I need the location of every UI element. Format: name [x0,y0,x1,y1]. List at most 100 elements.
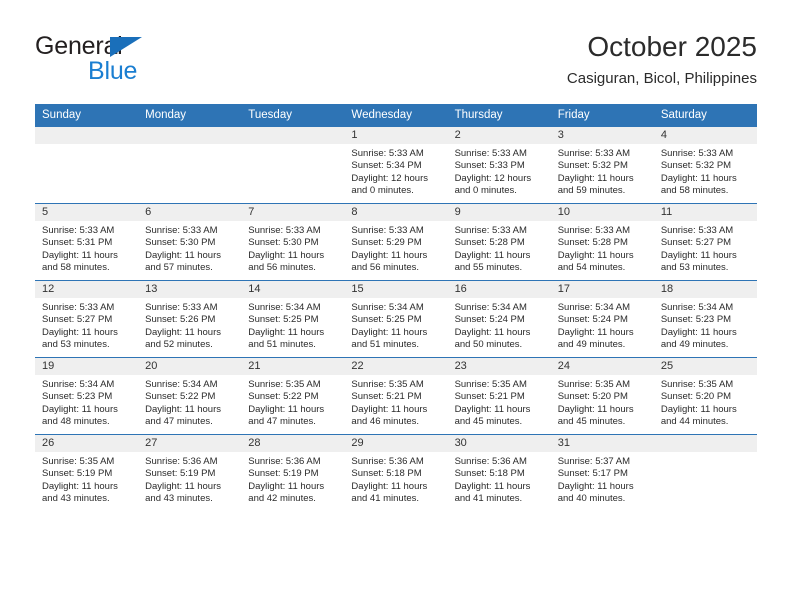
day-number: 9 [447,204,551,221]
day-details: Sunrise: 5:33 AM Sunset: 5:34 PM Daylight:… [344,144,447,198]
day-number: 18 [653,281,757,298]
day-number: 3 [550,127,654,144]
day-number: 11 [653,204,757,221]
calendar-day-cell[interactable]: 22 Sunrise: 5:35 AM Sunset: 5:21 PM Dayligh… [344,357,448,435]
sunrise-text: Sunrise: 5:33 AM [557,148,631,159]
sunset-text: Sunset: 5:22 PM [145,391,216,403]
day-number: 14 [241,281,345,298]
daylight-text: Daylight: 11 hours and 49 minutes. [660,326,737,351]
sunrise-text: Sunrise: 5:33 AM [454,148,527,159]
sunset-text: Sunset: 5:29 PM [351,237,422,249]
weekday-header-sunday: Sunday [35,104,139,127]
page-header: General Blue October 2025 Casiguran, Bic… [0,0,792,100]
daylight-text: Daylight: 11 hours and 41 minutes. [351,480,428,505]
calendar-page: General Blue October 2025 Casiguran, Bic… [0,0,792,612]
calendar-day-cell[interactable]: 30 Sunrise: 5:36 AM Sunset: 5:18 PM Dayligh… [447,434,551,511]
sunset-text: Sunset: 5:28 PM [557,237,628,249]
calendar-day-cell[interactable]: 13 Sunrise: 5:33 AM Sunset: 5:26 PM Dayligh… [138,280,242,358]
sunset-text: Sunset: 5:25 PM [248,314,319,326]
calendar-day-cell-empty [241,127,345,204]
logo-triangle-icon [110,37,142,57]
calendar-day-cell[interactable]: 14 Sunrise: 5:34 AM Sunset: 5:25 PM Dayligh… [241,280,345,358]
calendar-day-cell[interactable]: 16 Sunrise: 5:34 AM Sunset: 5:24 PM Dayligh… [447,280,551,358]
calendar-day-cell[interactable]: 2 Sunrise: 5:33 AM Sunset: 5:33 PM Daylight… [447,127,551,204]
calendar-day-cell[interactable]: 29 Sunrise: 5:36 AM Sunset: 5:18 PM Dayligh… [344,434,448,511]
day-details: Sunrise: 5:34 AM Sunset: 5:24 PM Daylight:… [551,298,654,352]
calendar-day-cell[interactable]: 10 Sunrise: 5:33 AM Sunset: 5:28 PM Dayligh… [550,203,654,281]
generalblue-logo: General Blue [35,32,265,88]
sunset-text: Sunset: 5:23 PM [42,391,113,403]
sunrise-text: Sunrise: 5:34 AM [557,302,631,313]
calendar-day-cell[interactable]: 23 Sunrise: 5:35 AM Sunset: 5:21 PM Dayligh… [447,357,551,435]
page-subtitle: Casiguran, Bicol, Philippines [566,70,757,87]
day-details: Sunrise: 5:35 AM Sunset: 5:20 PM Daylight:… [654,375,757,429]
page-title: October 2025 [587,31,757,62]
calendar-day-cell[interactable]: 8 Sunrise: 5:33 AM Sunset: 5:29 PM Daylight… [344,203,448,281]
day-details: Sunrise: 5:33 AM Sunset: 5:28 PM Daylight:… [448,221,551,275]
calendar-day-cell[interactable]: 11 Sunrise: 5:33 AM Sunset: 5:27 PM Dayligh… [653,203,757,281]
day-number: 25 [653,358,757,375]
sunrise-text: Sunrise: 5:33 AM [557,225,631,236]
calendar-container: Sunday Monday Tuesday Wednesday Thursday Frid… [35,104,757,511]
day-details: Sunrise: 5:34 AM Sunset: 5:24 PM Daylight:… [448,298,551,352]
calendar-day-cell[interactable]: 20 Sunrise: 5:34 AM Sunset: 5:22 PM Dayligh… [138,357,242,435]
day-number: 5 [35,204,139,221]
calendar-day-cell[interactable]: 31 Sunrise: 5:37 AM Sunset: 5:17 PM Dayligh… [550,434,654,511]
sunset-text: Sunset: 5:18 PM [351,468,422,480]
day-details: Sunrise: 5:33 AM Sunset: 5:30 PM Daylight:… [241,221,344,275]
calendar-day-cell[interactable]: 5 Sunrise: 5:33 AM Sunset: 5:31 PM Daylight… [35,203,139,281]
calendar-day-cell[interactable]: 25 Sunrise: 5:35 AM Sunset: 5:20 PM Dayligh… [653,357,757,435]
calendar-week-row: 19 Sunrise: 5:34 AM Sunset: 5:23 PM Dayligh… [35,357,757,435]
day-details: Sunrise: 5:33 AM Sunset: 5:28 PM Daylight:… [551,221,654,275]
sunset-text: Sunset: 5:22 PM [248,391,319,403]
day-details: Sunrise: 5:36 AM Sunset: 5:18 PM Daylight:… [448,452,551,506]
day-number: 1 [344,127,448,144]
sunrise-text: Sunrise: 5:33 AM [42,302,115,313]
day-details: Sunrise: 5:37 AM Sunset: 5:17 PM Daylight:… [551,452,654,506]
sunset-text: Sunset: 5:26 PM [145,314,216,326]
calendar-day-cell[interactable]: 4 Sunrise: 5:33 AM Sunset: 5:32 PM Daylight… [653,127,757,204]
day-details: Sunrise: 5:33 AM Sunset: 5:33 PM Daylight:… [448,144,551,198]
sunset-text: Sunset: 5:25 PM [351,314,422,326]
sunrise-text: Sunrise: 5:34 AM [351,302,424,313]
day-details: Sunrise: 5:35 AM Sunset: 5:21 PM Daylight:… [344,375,447,429]
calendar-day-cell[interactable]: 24 Sunrise: 5:35 AM Sunset: 5:20 PM Dayligh… [550,357,654,435]
logo-text-blue: Blue [88,57,138,85]
calendar-day-cell[interactable]: 26 Sunrise: 5:35 AM Sunset: 5:19 PM Dayligh… [35,434,139,511]
sunrise-text: Sunrise: 5:33 AM [351,225,424,236]
sunrise-text: Sunrise: 5:34 AM [454,302,527,313]
calendar-day-cell[interactable]: 1 Sunrise: 5:33 AM Sunset: 5:34 PM Daylight… [344,127,448,204]
day-details: Sunrise: 5:34 AM Sunset: 5:23 PM Daylight:… [654,298,757,352]
calendar-day-cell[interactable]: 9 Sunrise: 5:33 AM Sunset: 5:28 PM Daylight… [447,203,551,281]
sunrise-text: Sunrise: 5:33 AM [660,148,734,159]
daylight-text: Daylight: 11 hours and 41 minutes. [454,480,531,505]
sunrise-text: Sunrise: 5:34 AM [248,302,321,313]
sunrise-text: Sunrise: 5:33 AM [454,225,527,236]
calendar-day-cell[interactable]: 18 Sunrise: 5:34 AM Sunset: 5:23 PM Dayligh… [653,280,757,358]
calendar-day-cell[interactable]: 3 Sunrise: 5:33 AM Sunset: 5:32 PM Daylight… [550,127,654,204]
calendar-day-cell[interactable]: 21 Sunrise: 5:35 AM Sunset: 5:22 PM Dayligh… [241,357,345,435]
day-details: Sunrise: 5:36 AM Sunset: 5:18 PM Daylight:… [344,452,447,506]
daylight-text: Daylight: 11 hours and 46 minutes. [351,403,428,428]
sunrise-text: Sunrise: 5:35 AM [557,379,631,390]
day-number: 17 [550,281,654,298]
calendar-day-cell[interactable]: 17 Sunrise: 5:34 AM Sunset: 5:24 PM Dayligh… [550,280,654,358]
day-number: 2 [447,127,551,144]
sunrise-text: Sunrise: 5:34 AM [42,379,115,390]
calendar-day-cell[interactable]: 7 Sunrise: 5:33 AM Sunset: 5:30 PM Daylight… [241,203,345,281]
calendar-day-cell[interactable]: 12 Sunrise: 5:33 AM Sunset: 5:27 PM Dayligh… [35,280,139,358]
calendar-day-cell-empty [138,127,242,204]
daylight-text: Daylight: 11 hours and 50 minutes. [454,326,531,351]
calendar-day-cell[interactable]: 19 Sunrise: 5:34 AM Sunset: 5:23 PM Dayligh… [35,357,139,435]
calendar-day-cell[interactable]: 15 Sunrise: 5:34 AM Sunset: 5:25 PM Dayligh… [344,280,448,358]
daylight-text: Daylight: 11 hours and 52 minutes. [145,326,222,351]
day-number: 7 [241,204,345,221]
calendar-day-cell[interactable]: 27 Sunrise: 5:36 AM Sunset: 5:19 PM Dayligh… [138,434,242,511]
daylight-text: Daylight: 11 hours and 56 minutes. [351,249,428,274]
calendar-day-cell[interactable]: 6 Sunrise: 5:33 AM Sunset: 5:30 PM Daylight… [138,203,242,281]
sunrise-text: Sunrise: 5:36 AM [351,456,424,467]
day-details: Sunrise: 5:34 AM Sunset: 5:25 PM Daylight:… [344,298,447,352]
calendar-day-cell[interactable]: 28 Sunrise: 5:36 AM Sunset: 5:19 PM Dayligh… [241,434,345,511]
sunset-text: Sunset: 5:30 PM [145,237,216,249]
weekday-header-thursday: Thursday [447,104,551,127]
